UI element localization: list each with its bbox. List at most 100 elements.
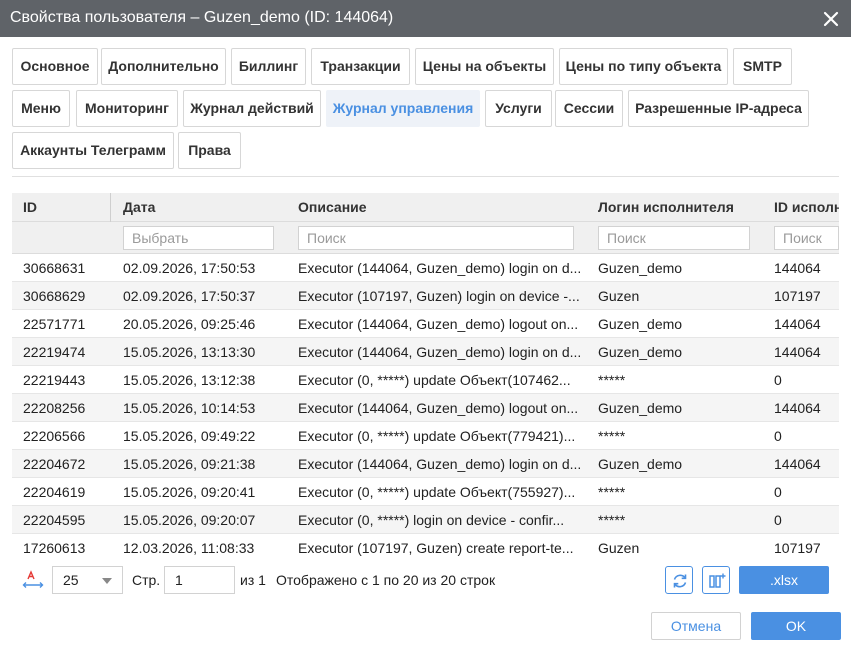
control-log-table: ID Дата Описание Логин исполнителя ID ис… [12, 193, 839, 560]
column-header-executor-id[interactable]: ID исполни [774, 193, 839, 222]
column-header-date[interactable]: Дата [123, 193, 283, 222]
cell-executor-login: Guzen [598, 288, 640, 304]
cell-executor-login: Guzen_demo [598, 400, 683, 416]
columns-settings-button[interactable] [702, 566, 730, 594]
table-row[interactable]: 22204672 15.05.2026, 09:21:38 Executor (14… [12, 450, 839, 478]
table-row[interactable]: 22219474 15.05.2026, 13:13:30 Executor (14… [12, 338, 839, 366]
cell-date: 20.05.2026, 09:25:46 [123, 316, 256, 332]
tab-15[interactable]: Права [178, 132, 241, 169]
text-size-icon[interactable] [22, 570, 44, 590]
tab-3[interactable]: Транзакции [311, 48, 410, 85]
table-row[interactable]: 30668629 02.09.2026, 17:50:37 Executor (10… [12, 282, 839, 310]
table-row[interactable]: 22204619 15.05.2026, 09:20:41 Executor (0,… [12, 478, 839, 506]
cell-executor-login: ***** [598, 484, 626, 500]
executor-id-filter-input[interactable]: Поиск [774, 226, 839, 250]
cell-executor-id: 144064 [774, 456, 821, 472]
cell-id: 22204595 [23, 512, 86, 528]
table-row[interactable]: 17260613 12.03.2026, 11:08:33 Executor (10… [12, 534, 839, 560]
date-filter-input[interactable]: Выбрать [123, 226, 274, 250]
tab-6[interactable]: SMTP [733, 48, 792, 85]
dialog-title: Свойства пользователя – Guzen_demo (ID: … [10, 9, 394, 26]
tab-2[interactable]: Биллинг [231, 48, 306, 85]
cell-description: Executor (144064, Guzen_demo) logout on.… [298, 400, 579, 416]
cell-date: 12.03.2026, 11:08:33 [123, 540, 255, 556]
cell-executor-id: 0 [774, 428, 782, 444]
table-row[interactable]: 22571771 20.05.2026, 09:25:46 Executor (14… [12, 310, 839, 338]
cell-id: 22206566 [23, 428, 86, 444]
cell-description: Executor (144064, Guzen_demo) login on d… [298, 260, 582, 276]
page-label: Стр. [132, 572, 161, 588]
cell-date: 15.05.2026, 09:49:22 [123, 428, 256, 444]
export-xlsx-button[interactable]: .xlsx [739, 566, 829, 594]
cell-executor-login: Guzen [598, 540, 640, 556]
cell-executor-id: 144064 [774, 260, 821, 276]
cell-executor-id: 0 [774, 512, 782, 528]
cell-executor-login: Guzen_demo [598, 260, 683, 276]
cell-description: Executor (0, *****) login on device - co… [298, 512, 565, 528]
cell-executor-id: 0 [774, 484, 782, 500]
cell-id: 30668629 [23, 288, 86, 304]
tab-1[interactable]: Дополнительно [101, 48, 226, 85]
cell-date: 15.05.2026, 10:14:53 [123, 400, 256, 416]
columns-icon [709, 573, 726, 588]
cell-executor-id: 107197 [774, 540, 821, 556]
cell-date: 15.05.2026, 13:12:38 [123, 372, 256, 388]
close-icon[interactable] [821, 9, 841, 29]
cell-id: 30668631 [23, 260, 86, 276]
cell-executor-id: 144064 [774, 400, 821, 416]
tab-4[interactable]: Цены на объекты [415, 48, 554, 85]
tab-10[interactable]: Журнал управления [326, 90, 480, 127]
table-header: ID Дата Описание Логин исполнителя ID ис… [12, 193, 839, 253]
cell-executor-login: ***** [598, 428, 626, 444]
cancel-button[interactable]: Отмена [651, 612, 741, 640]
column-header-id[interactable]: ID [23, 193, 113, 222]
cell-date: 15.05.2026, 09:21:38 [123, 456, 256, 472]
table-row[interactable]: 22219443 15.05.2026, 13:12:38 Executor (0,… [12, 366, 839, 394]
cell-id: 17260613 [23, 540, 86, 556]
tab-13[interactable]: Разрешенные IP-адреса [628, 90, 809, 127]
cell-description: Executor (144064, Guzen_demo) login on d… [298, 344, 582, 360]
table-row[interactable]: 22208256 15.05.2026, 10:14:53 Executor (14… [12, 394, 839, 422]
page-size-value: 25 [63, 572, 79, 588]
cell-description: Executor (144064, Guzen_demo) logout on.… [298, 316, 579, 332]
description-filter-input[interactable]: Поиск [298, 226, 574, 250]
cell-description: Executor (144064, Guzen_demo) login on d… [298, 456, 582, 472]
cell-date: 02.09.2026, 17:50:53 [123, 260, 256, 276]
tab-12[interactable]: Сессии [555, 90, 623, 127]
cell-description: Executor (0, *****) update Объект(779421… [298, 428, 576, 444]
column-header-description[interactable]: Описание [298, 193, 578, 222]
cell-id: 22219474 [23, 344, 86, 360]
tabs-divider [12, 176, 839, 177]
cell-executor-login: Guzen_demo [598, 316, 683, 332]
cell-description: Executor (107197, Guzen) login on device… [298, 288, 580, 304]
login-filter-input[interactable]: Поиск [598, 226, 750, 250]
cell-id: 22204672 [23, 456, 86, 472]
table-row[interactable]: 30668631 02.09.2026, 17:50:53 Executor (14… [12, 254, 839, 282]
table-row[interactable]: 22204595 15.05.2026, 09:20:07 Executor (0,… [12, 506, 839, 534]
page-total-label: из 1 [240, 572, 266, 588]
cell-executor-id: 144064 [774, 316, 821, 332]
cell-executor-id: 107197 [774, 288, 821, 304]
tab-7[interactable]: Меню [12, 90, 70, 127]
cell-date: 15.05.2026, 09:20:41 [123, 484, 256, 500]
column-header-executor-login[interactable]: Логин исполнителя [598, 193, 758, 222]
ok-button[interactable]: OK [751, 612, 841, 640]
table-row[interactable]: 22206566 15.05.2026, 09:49:22 Executor (0,… [12, 422, 839, 450]
tab-5[interactable]: Цены по типу объекта [559, 48, 728, 85]
page-size-select[interactable]: 25 [52, 566, 123, 594]
cell-executor-id: 0 [774, 372, 782, 388]
chevron-down-icon [102, 578, 112, 584]
cell-date: 15.05.2026, 09:20:07 [123, 512, 256, 528]
cell-id: 22571771 [23, 316, 86, 332]
refresh-button[interactable] [665, 566, 693, 594]
tab-11[interactable]: Услуги [485, 90, 552, 127]
tab-0[interactable]: Основное [12, 48, 98, 85]
tab-8[interactable]: Мониторинг [76, 90, 178, 127]
cell-id: 22204619 [23, 484, 86, 500]
tab-9[interactable]: Журнал действий [183, 90, 321, 127]
rows-summary: Отображено с 1 по 20 из 20 строк [276, 572, 496, 588]
tab-14[interactable]: Аккаунты Телеграмм [12, 132, 174, 169]
cell-id: 22219443 [23, 372, 86, 388]
cell-description: Executor (107197, Guzen) create report-t… [298, 540, 574, 556]
page-number-input[interactable]: 1 [164, 566, 235, 594]
